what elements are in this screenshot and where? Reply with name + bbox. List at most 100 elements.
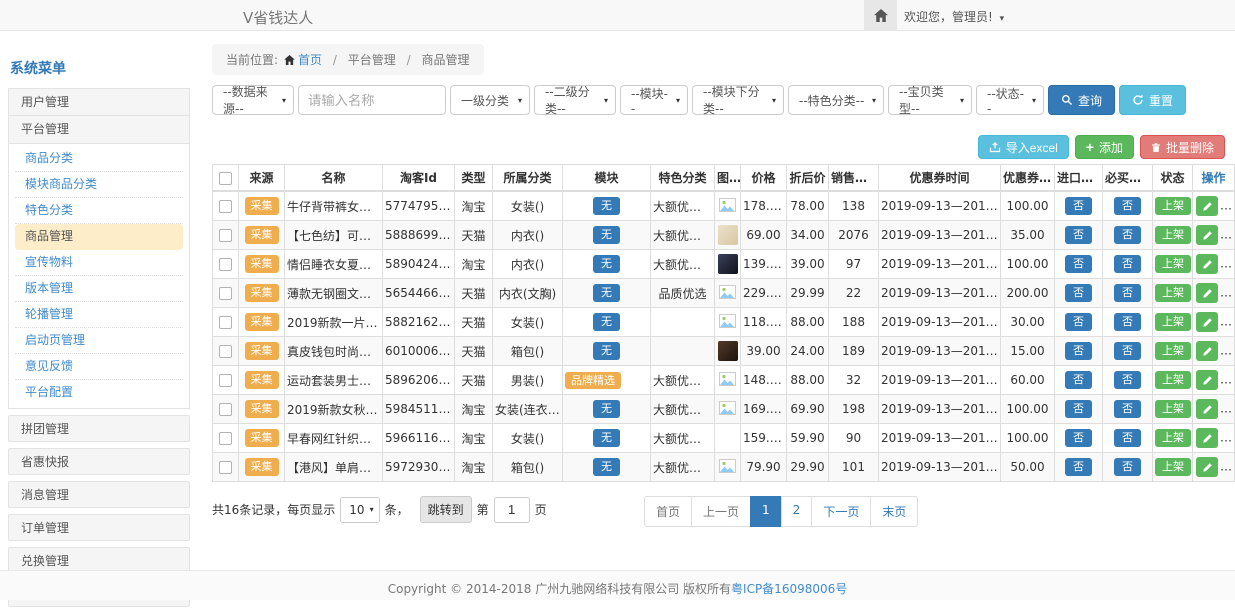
status-badge[interactable]: 上架 [1155,342,1191,359]
add-button[interactable]: + 添加 [1075,135,1134,159]
filter-select-feature-category[interactable]: --特色分类--▾ [788,85,884,115]
row-checkbox[interactable] [219,229,232,242]
edit-button[interactable] [1196,370,1218,390]
imported-toggle-badge[interactable]: 否 [1065,371,1092,388]
sidebar-group-bottom-1[interactable]: 拼团管理 [8,415,190,442]
imported-toggle-badge[interactable]: 否 [1065,429,1092,446]
home-button[interactable] [864,0,897,30]
sidebar-item[interactable]: 轮播管理 [15,302,183,328]
sidebar-item[interactable]: 版本管理 [15,276,183,302]
row-checkbox[interactable] [219,287,232,300]
breadcrumb-home-link[interactable]: 首页 [298,53,322,67]
must-buy-toggle-badge[interactable]: 否 [1114,313,1141,330]
sidebar-item[interactable]: 平台配置 [15,380,183,406]
per-page-select[interactable]: 10 ▾ [340,497,379,523]
sidebar-item[interactable]: 模块商品分类 [15,172,183,198]
sidebar-item[interactable]: 启动页管理 [15,328,183,354]
page-button-first[interactable]: 首页 [644,496,692,527]
filter-select-data-source[interactable]: --数据来源--▾ [212,85,294,115]
imported-toggle-badge[interactable]: 否 [1065,197,1092,214]
imported-toggle-badge[interactable]: 否 [1065,458,1092,475]
page-button-prev[interactable]: 上一页 [691,496,751,527]
sidebar-item[interactable]: 特色分类 [15,198,183,224]
must-buy-toggle-badge[interactable]: 否 [1114,458,1141,475]
edit-button[interactable] [1196,225,1218,245]
row-checkbox[interactable] [219,403,232,416]
edit-button[interactable] [1196,283,1218,303]
status-badge[interactable]: 上架 [1155,255,1191,272]
edit-button[interactable] [1196,457,1218,477]
imported-toggle-badge[interactable]: 否 [1065,284,1092,301]
row-checkbox[interactable] [219,345,232,358]
discount-price: 78.00 [787,191,829,221]
sidebar-group-bottom-2[interactable]: 省惠快报 [8,448,190,475]
select-all-checkbox[interactable] [219,172,232,185]
status-badge[interactable]: 上架 [1155,371,1191,388]
imported-toggle-badge[interactable]: 否 [1065,255,1092,272]
imported-toggle-badge[interactable]: 否 [1065,226,1092,243]
edit-button[interactable] [1196,196,1218,216]
page-button-last[interactable]: 末页 [870,496,918,527]
status-badge[interactable]: 上架 [1155,284,1191,301]
status-badge[interactable]: 上架 [1155,458,1191,475]
filter-select-level2-category[interactable]: --二级分类--▾ [534,85,616,115]
plus-icon: + [1086,140,1094,154]
imported-toggle-badge[interactable]: 否 [1065,342,1092,359]
page-button-page-2[interactable]: 2 [781,496,813,527]
row-checkbox[interactable] [219,258,232,271]
edit-button[interactable] [1196,428,1218,448]
must-buy-toggle-badge[interactable]: 否 [1114,255,1141,272]
row-checkbox[interactable] [219,200,232,213]
edit-button[interactable] [1196,399,1218,419]
edit-button[interactable] [1196,341,1218,361]
icon-cell [715,424,741,453]
jump-button[interactable]: 跳转到 [420,496,472,523]
sidebar-group-1[interactable]: 用户管理 [8,88,190,116]
filter-select-module-sub-category[interactable]: --模块下分类--▾ [692,85,784,115]
reset-button[interactable]: 重置 [1119,85,1186,115]
must-buy-toggle-badge[interactable]: 否 [1114,197,1141,214]
status-badge[interactable]: 上架 [1155,429,1191,446]
row-checkbox[interactable] [219,461,232,474]
row-checkbox[interactable] [219,432,232,445]
page-button-page-1[interactable]: 1 [750,496,782,527]
sidebar-group-bottom-3[interactable]: 消息管理 [8,481,190,508]
status-badge[interactable]: 上架 [1155,226,1191,243]
page-number-input[interactable] [494,497,530,523]
status-badge[interactable]: 上架 [1155,400,1191,417]
search-button[interactable]: 查询 [1048,85,1115,115]
imported-toggle-badge[interactable]: 否 [1065,313,1092,330]
sidebar-item[interactable]: 意见反馈 [15,354,183,380]
icp-link[interactable]: 粤ICP备16098006号 [731,582,847,596]
must-buy-toggle-badge[interactable]: 否 [1114,371,1141,388]
sidebar-item[interactable]: 商品管理 [15,224,183,250]
icon-cell [715,279,741,308]
row-checkbox[interactable] [219,374,232,387]
filter-select-level1-category[interactable]: 一级分类▾ [450,85,530,115]
must-buy-toggle-badge[interactable]: 否 [1114,342,1141,359]
row-checkbox[interactable] [219,316,232,329]
must-buy-toggle-badge[interactable]: 否 [1114,400,1141,417]
sidebar-group-2[interactable]: 平台管理 [8,116,190,144]
status-badge[interactable]: 上架 [1155,197,1191,214]
must-buy-toggle-badge[interactable]: 否 [1114,284,1141,301]
status-badge[interactable]: 上架 [1155,313,1191,330]
edit-button[interactable] [1196,254,1218,274]
sidebar-group-bottom-4[interactable]: 订单管理 [8,514,190,541]
sidebar-item[interactable]: 宣传物料 [15,250,183,276]
user-menu[interactable]: 欢迎您，管理员! ▾ [904,8,1004,25]
status-cell: 上架 [1153,250,1193,279]
page-button-next[interactable]: 下一页 [811,496,871,527]
import-excel-button[interactable]: 导入excel [978,135,1069,159]
must-buy-toggle-badge[interactable]: 否 [1114,226,1141,243]
imported-toggle-badge[interactable]: 否 [1065,400,1092,417]
sidebar-item[interactable]: 商品分类 [15,146,183,172]
filter-select-status[interactable]: --状态--▾ [976,85,1044,115]
batch-delete-button[interactable]: 批量删除 [1140,135,1225,159]
filter-select-item-type[interactable]: --宝贝类型--▾ [888,85,972,115]
edit-button[interactable] [1196,312,1218,332]
must-buy-toggle-badge[interactable]: 否 [1114,429,1141,446]
filter-select-module[interactable]: --模块--▾ [620,85,688,115]
name-search-input[interactable] [298,85,446,115]
source-badge: 采集 [245,313,279,330]
